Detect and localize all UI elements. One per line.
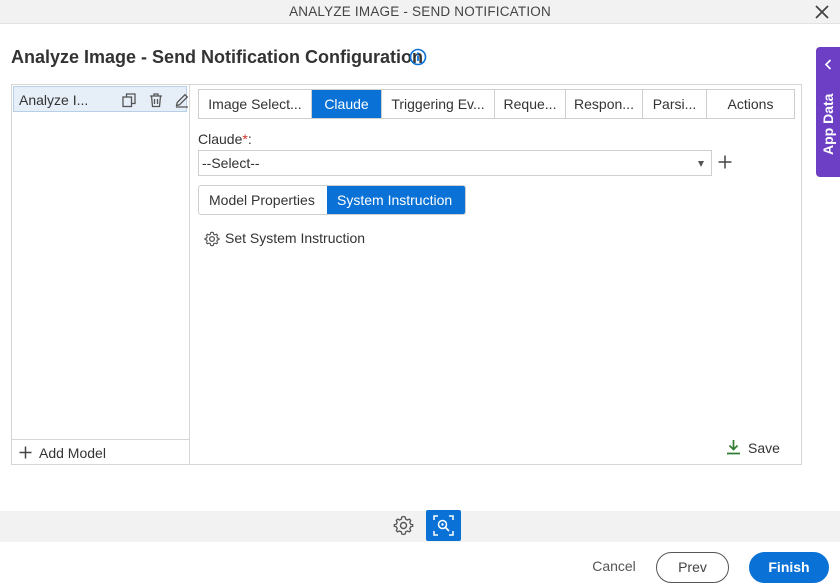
tab-parsing[interactable]: Parsi... (643, 90, 707, 118)
image-scan-icon (433, 515, 454, 536)
info-icon[interactable] (409, 48, 427, 66)
app-data-tab[interactable]: App Data (816, 47, 840, 177)
tab-model-properties[interactable]: Model Properties (199, 186, 327, 214)
analyze-image-button[interactable] (426, 510, 461, 541)
claude-select[interactable]: --Select-- (198, 150, 712, 176)
prev-button[interactable]: Prev (656, 552, 729, 583)
model-list-panel: Analyze I... Add Model (11, 84, 190, 465)
claude-subtabs: Model Properties System Instruction (198, 185, 466, 215)
claude-label-colon: : (247, 131, 252, 147)
close-icon[interactable] (812, 2, 832, 22)
dropdown-arrow-icon (698, 161, 704, 167)
chevron-left-icon (824, 59, 832, 70)
window-title: ANALYZE IMAGE - SEND NOTIFICATION (289, 4, 551, 19)
save-button[interactable]: Save (726, 439, 786, 457)
add-claude-icon[interactable] (718, 155, 732, 169)
plus-icon (19, 446, 32, 459)
window-titlebar: ANALYZE IMAGE - SEND NOTIFICATION (0, 0, 840, 24)
bottom-toolbar (0, 511, 840, 542)
model-item-label: Analyze I... (19, 92, 89, 108)
download-icon (727, 440, 740, 455)
tab-claude[interactable]: Claude (312, 90, 382, 118)
add-model-label: Add Model (39, 445, 106, 461)
add-model-button[interactable]: Add Model (11, 439, 189, 465)
claude-field-label: Claude*: (198, 131, 252, 147)
trash-icon[interactable] (148, 92, 164, 108)
tab-system-instruction[interactable]: System Instruction (327, 186, 465, 214)
tab-actions[interactable]: Actions (707, 90, 794, 118)
claude-select-value: --Select-- (202, 155, 260, 171)
model-list-item[interactable]: Analyze I... (13, 86, 190, 112)
tab-response[interactable]: Respon... (566, 90, 643, 118)
copy-icon[interactable] (121, 92, 137, 108)
tab-triggering-events[interactable]: Triggering Ev... (382, 90, 495, 118)
settings-gear-icon[interactable] (393, 515, 414, 536)
page-title: Analyze Image - Send Notification Config… (11, 47, 424, 67)
set-system-instruction-label: Set System Instruction (225, 230, 366, 246)
claude-label-text: Claude (198, 131, 243, 147)
gear-icon (204, 231, 220, 247)
cancel-button[interactable]: Cancel (580, 552, 648, 583)
pencil-icon[interactable] (174, 92, 190, 108)
finish-button[interactable]: Finish (749, 552, 829, 583)
tab-image-select[interactable]: Image Select... (199, 90, 312, 118)
config-tabs: Image Select... Claude Triggering Ev... … (198, 89, 795, 119)
app-data-label: App Data (820, 93, 836, 155)
tab-request[interactable]: Reque... (495, 90, 566, 118)
save-label: Save (748, 440, 780, 456)
